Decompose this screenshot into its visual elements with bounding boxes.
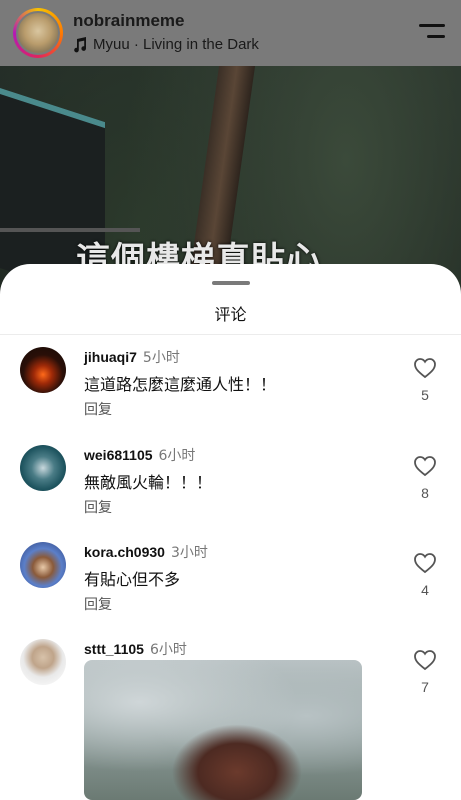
comment-item: wei681105 6小时 無敵風火輪！！！ 回复 8 — [0, 445, 461, 535]
comment-item: sttt_1105 6小时 7 — [0, 639, 461, 800]
comment-username[interactable]: jihuaqi7 — [84, 349, 137, 365]
sheet-title: 评论 — [214, 305, 247, 324]
profile-avatar[interactable] — [16, 11, 60, 55]
sheet-grabber[interactable] — [212, 281, 250, 285]
avatar[interactable] — [20, 639, 66, 685]
avatar[interactable] — [20, 347, 66, 393]
like-control[interactable]: 7 — [410, 649, 440, 695]
comment-time: 6小时 — [158, 448, 196, 464]
comment-header: wei681105 6小时 — [84, 445, 195, 465]
comment-text: 有貼心但不多 — [84, 570, 181, 589]
reply-button[interactable]: 回复 — [84, 594, 112, 614]
comment-time: 3小时 — [170, 545, 208, 561]
menu-line-top — [419, 24, 445, 27]
header: nobrainmeme Myuu · Living in the Dark — [0, 0, 461, 66]
heart-icon[interactable] — [413, 649, 437, 671]
menu-line-bottom — [427, 35, 445, 38]
comment-username[interactable]: sttt_1105 — [84, 641, 144, 657]
comment-text: 這道路怎麼這麼通人性！！ — [84, 375, 277, 394]
like-count: 4 — [421, 582, 429, 598]
avatar[interactable] — [20, 542, 66, 588]
reply-button[interactable]: 回复 — [84, 497, 112, 517]
comment-username[interactable]: kora.ch0930 — [84, 544, 165, 560]
menu-icon[interactable] — [417, 22, 445, 42]
like-count: 8 — [421, 485, 429, 501]
reply-button[interactable]: 回复 — [84, 399, 112, 419]
header-music[interactable]: Myuu · Living in the Dark — [73, 36, 259, 53]
comment-time: 6小时 — [149, 642, 187, 658]
comment-text: 無敵風火輪！！！ — [84, 473, 213, 492]
like-control[interactable]: 4 — [410, 552, 440, 598]
heart-icon[interactable] — [413, 357, 437, 379]
comment-header: sttt_1105 6小时 — [84, 639, 187, 659]
profile-avatar-ring[interactable] — [13, 8, 63, 58]
music-note-icon — [73, 36, 87, 53]
comment-item: jihuaqi7 5小时 這道路怎麼這麼通人性！！ 回复 5 — [0, 347, 461, 437]
comments-sheet: 评论 jihuaqi7 5小时 這道路怎麼這麼通人性！！ 回复 5 wei681… — [0, 264, 461, 800]
like-count: 7 — [421, 679, 429, 695]
like-control[interactable]: 8 — [410, 455, 440, 501]
like-count: 5 — [421, 387, 429, 403]
comment-username[interactable]: wei681105 — [84, 447, 153, 463]
heart-icon[interactable] — [413, 552, 437, 574]
header-username[interactable]: nobrainmeme — [73, 11, 184, 31]
comment-time: 5小时 — [142, 350, 180, 366]
avatar[interactable] — [20, 445, 66, 491]
comment-item: kora.ch0930 3小时 有貼心但不多 回复 4 — [0, 542, 461, 632]
sheet-divider — [0, 334, 461, 335]
music-track-label: Myuu · Living in the Dark — [93, 36, 259, 53]
like-control[interactable]: 5 — [410, 357, 440, 403]
comment-gif-image[interactable] — [84, 660, 362, 800]
comment-header: kora.ch0930 3小时 — [84, 542, 208, 562]
heart-icon[interactable] — [413, 455, 437, 477]
comment-header: jihuaqi7 5小时 — [84, 347, 180, 367]
